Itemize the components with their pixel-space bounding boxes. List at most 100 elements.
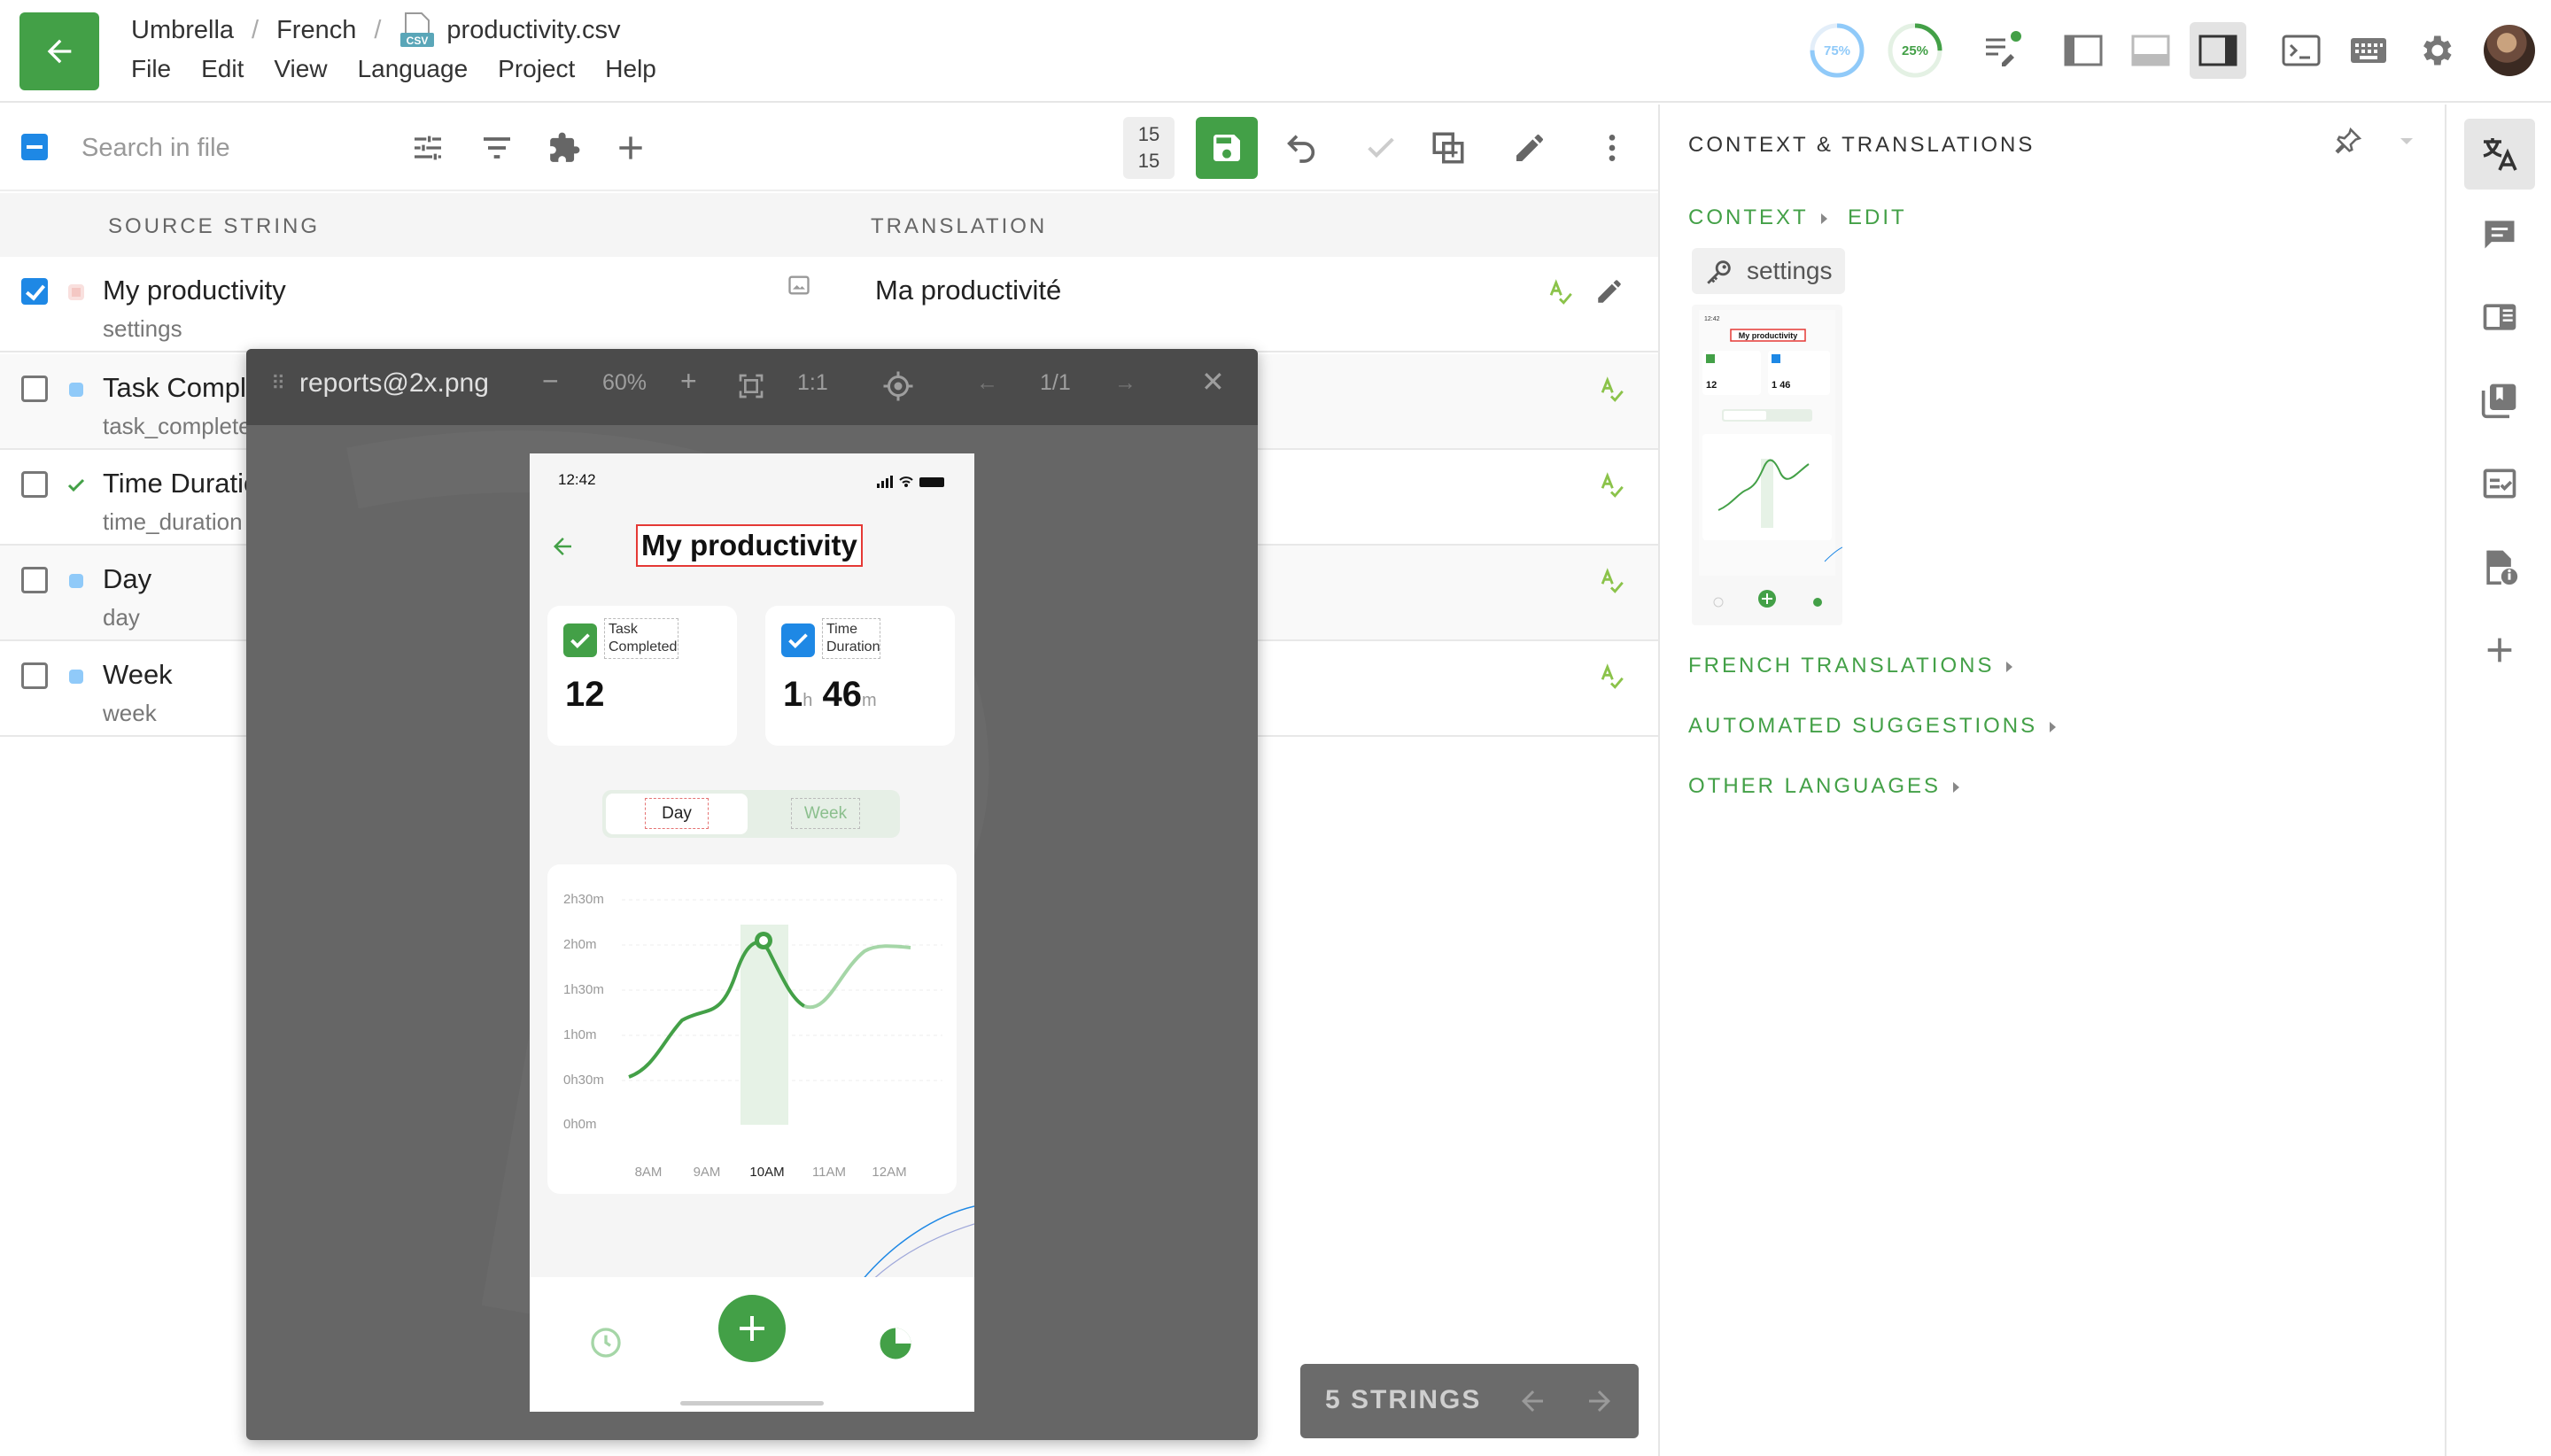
source-column-header: SOURCE STRING: [108, 214, 321, 238]
locate-icon[interactable]: [882, 370, 914, 402]
menu-bar: File Edit View Language Project Help: [131, 55, 656, 83]
approved-progress[interactable]: 25%: [1885, 20, 1945, 81]
plugin-puzzle-icon[interactable]: [544, 128, 585, 168]
user-avatar[interactable]: [2484, 25, 2535, 76]
layout-left-icon[interactable]: [2055, 22, 2112, 79]
row-checkbox[interactable]: [21, 567, 48, 593]
spellcheck-icon[interactable]: [1596, 469, 1626, 500]
phone-tab-day: Day: [606, 794, 748, 834]
translation-text[interactable]: Ma productivité: [875, 275, 1061, 306]
x-tick: 9AM: [694, 1165, 721, 1180]
glossary-icon[interactable]: [2464, 282, 2535, 352]
select-all-checkbox[interactable]: [21, 134, 48, 160]
layout-right-icon[interactable]: [2190, 22, 2246, 79]
menu-project[interactable]: Project: [498, 55, 575, 83]
string-row[interactable]: My productivity settings Ma productivité: [0, 257, 1658, 352]
back-button[interactable]: [19, 12, 99, 90]
undo-icon[interactable]: [1281, 128, 1322, 168]
translated-progress[interactable]: 75%: [1807, 20, 1867, 81]
column-headers: SOURCE STRING TRANSLATION: [0, 193, 1658, 257]
copy-source-icon[interactable]: [1428, 128, 1469, 168]
menu-help[interactable]: Help: [605, 55, 656, 83]
status-dot: [69, 383, 83, 397]
settings-gear-icon[interactable]: [2408, 22, 2464, 79]
right-sidebar: [2445, 105, 2551, 1456]
menu-edit[interactable]: Edit: [201, 55, 244, 83]
search-input[interactable]: [81, 128, 374, 168]
layout-bottom-icon[interactable]: [2122, 22, 2179, 79]
phone-title: My productivity: [636, 524, 863, 567]
y-tick: 0h30m: [563, 1073, 604, 1088]
y-tick: 1h0m: [563, 1027, 597, 1042]
breadcrumb-project[interactable]: Umbrella: [131, 16, 234, 45]
filter-sliders-icon[interactable]: [407, 128, 448, 168]
qa-checks-icon[interactable]: [2464, 448, 2535, 519]
context-screenshot-thumbnail[interactable]: 12:42 My productivity 12 1 46: [1692, 305, 1842, 625]
editor-toolbar: 15 15: [0, 105, 1658, 191]
filter-lines-icon[interactable]: [477, 128, 517, 168]
screenshot-icon[interactable]: [787, 273, 811, 298]
translate-icon[interactable]: [2464, 119, 2535, 190]
spellcheck-icon[interactable]: [1596, 374, 1626, 404]
other-languages-section[interactable]: OTHER LANGUAGES: [1688, 774, 1960, 799]
phone-clock-icon: [591, 1328, 621, 1358]
csv-file-icon: CSV: [399, 12, 436, 49]
menu-language[interactable]: Language: [358, 55, 469, 83]
notes-icon[interactable]: [1973, 22, 2030, 79]
phone-card-duration: Time Duration 1h 46m: [765, 606, 955, 746]
spellcheck-icon[interactable]: [1596, 565, 1626, 595]
zoom-out-icon[interactable]: −: [542, 365, 559, 398]
pin-icon[interactable]: [2333, 126, 2363, 156]
save-button[interactable]: [1196, 117, 1258, 179]
row-checkbox[interactable]: [21, 376, 48, 402]
approve-check-icon[interactable]: [1361, 128, 1401, 168]
fit-screen-icon[interactable]: [737, 372, 765, 400]
terminal-icon[interactable]: [2273, 22, 2330, 79]
row-edit-icon[interactable]: [1594, 276, 1624, 306]
viewer-title: reports@2x.png: [299, 368, 489, 398]
status-dot: [68, 284, 84, 300]
x-tick: 8AM: [635, 1165, 663, 1180]
phone-home-indicator: [680, 1401, 824, 1406]
spellcheck-icon[interactable]: [1596, 661, 1626, 691]
add-string-icon[interactable]: [610, 128, 651, 168]
zoom-in-icon[interactable]: +: [680, 365, 697, 398]
edit-pencil-icon[interactable]: [1509, 128, 1550, 168]
panel-collapse-chevron-icon[interactable]: [2399, 136, 2415, 147]
drag-handle-icon[interactable]: ⠿: [271, 372, 285, 395]
y-tick: 2h30m: [563, 892, 604, 907]
row-checkbox[interactable]: [21, 471, 48, 498]
next-image-icon[interactable]: →: [1114, 370, 1136, 396]
x-tick: 11AM: [812, 1165, 846, 1180]
phone-chart-plot: 2h30m 2h0m 1h30m 1h0m 0h30m 0h0m 8AM 9AM…: [563, 892, 942, 1180]
french-translations-section[interactable]: FRENCH TRANSLATIONS: [1688, 654, 2013, 678]
row-checkbox[interactable]: [21, 662, 48, 689]
breadcrumb-language[interactable]: French: [276, 16, 356, 45]
comments-icon[interactable]: [2464, 198, 2535, 269]
phone-card-value: 12: [565, 675, 605, 714]
prev-image-icon[interactable]: ←: [976, 370, 998, 396]
menu-view[interactable]: View: [274, 55, 327, 83]
svg-text:12:42: 12:42: [1704, 316, 1720, 322]
edit-context-link[interactable]: EDIT: [1848, 205, 1907, 230]
automated-suggestions-section[interactable]: AUTOMATED SUGGESTIONS: [1688, 714, 2057, 739]
file-info-icon[interactable]: [2464, 531, 2535, 602]
context-section-toggle[interactable]: CONTEXT: [1688, 205, 1827, 230]
next-string-icon[interactable]: [1584, 1385, 1616, 1417]
close-viewer-icon[interactable]: ✕: [1201, 365, 1225, 399]
context-panel-title: CONTEXT & TRANSLATIONS: [1688, 133, 2035, 157]
spellcheck-icon[interactable]: [1545, 276, 1575, 306]
actual-size-button[interactable]: 1:1: [797, 370, 828, 396]
status-dot: [69, 670, 83, 684]
strings-navigator: 5 STRINGS: [1300, 1364, 1639, 1438]
screenshot-viewer[interactable]: ⠿ reports@2x.png − 60% + 1:1 ← 1/1 → ✕ 1…: [246, 349, 1258, 1440]
string-key: task_completed: [103, 413, 265, 439]
add-panel-icon[interactable]: [2464, 615, 2535, 685]
phone-day-week-toggle: Day Week: [602, 790, 900, 838]
row-checkbox[interactable]: [21, 278, 48, 305]
menu-file[interactable]: File: [131, 55, 171, 83]
more-options-icon[interactable]: [1592, 128, 1632, 168]
keyboard-icon[interactable]: [2340, 22, 2397, 79]
prev-string-icon[interactable]: [1516, 1385, 1548, 1417]
translation-memory-icon[interactable]: [2464, 365, 2535, 436]
